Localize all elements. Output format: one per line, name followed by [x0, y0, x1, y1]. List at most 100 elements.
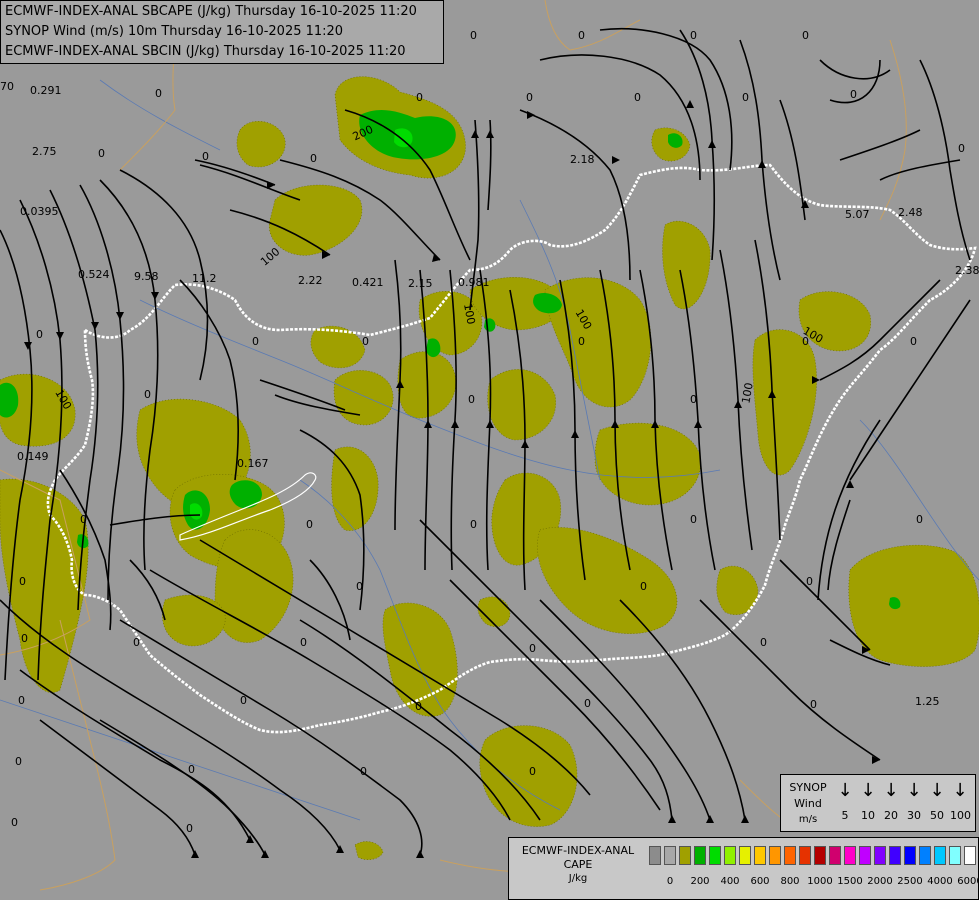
wind-legend-unit: m/s: [798, 814, 818, 825]
map-label: 2.22: [298, 274, 323, 287]
wind-arrow-icon: ↓: [837, 780, 853, 801]
title-sbcin: ECMWF-INDEX-ANAL SBCIN (J/kg) Thursday 1…: [5, 44, 406, 59]
map-label: 0: [916, 513, 923, 526]
map-label: 0: [11, 816, 18, 829]
cape-swatch: [754, 846, 766, 865]
wind-legend-item: ↓ 100: [950, 780, 971, 823]
map-label: 0: [80, 513, 87, 526]
map-label: 0: [470, 518, 477, 531]
cape-tick-label: 400: [720, 876, 740, 887]
map-label: 0: [578, 335, 585, 348]
map-label: 5.07: [845, 208, 870, 221]
map-label: 0: [529, 765, 536, 778]
map-label: 0: [310, 152, 317, 165]
wind-arrow-icon: ↓: [906, 780, 922, 801]
map-label: 0: [188, 763, 195, 776]
map-label: 0: [760, 636, 767, 649]
map-label: 2.38: [955, 264, 979, 277]
map-label: 0: [416, 91, 423, 104]
map-label: 0.167: [237, 457, 269, 470]
cape-swatch: [649, 846, 661, 865]
map-label: 0.149: [17, 450, 49, 463]
title-sbcape: ECMWF-INDEX-ANAL SBCAPE (J/kg) Thursday …: [5, 4, 417, 19]
map-label: 0: [810, 698, 817, 711]
wind-legend: SYNOP Wind m/s ↓ 5 ↓ 10 ↓ 20 ↓ 30 ↓ 50 ↓…: [780, 774, 976, 832]
map-label: 0: [15, 755, 22, 768]
cape-swatch: [844, 846, 856, 865]
map-label: 0: [690, 29, 697, 42]
map-label: 0: [133, 636, 140, 649]
map-label: 0.0395: [20, 205, 59, 218]
map-label: 0: [526, 91, 533, 104]
map-label: 9.58: [134, 270, 159, 283]
map-label: 0.981: [458, 276, 490, 289]
cape-tick-label: 6000: [957, 876, 979, 887]
map-label: 1.25: [915, 695, 940, 708]
map-label: 0: [306, 518, 313, 531]
cape-swatch: [724, 846, 736, 865]
map-label: 0: [21, 632, 28, 645]
map-label: 0: [910, 335, 917, 348]
wind-legend-value: 30: [907, 809, 921, 822]
cape-swatch: [859, 846, 871, 865]
map-label: 0: [802, 335, 809, 348]
cape-swatch: [829, 846, 841, 865]
cape-tick-label: 0: [666, 876, 674, 887]
wind-legend-subtitle: Wind: [794, 797, 822, 810]
cape-tick-label: 1500: [837, 876, 863, 887]
map-label: 0: [362, 335, 369, 348]
cape-tick-label: 2500: [897, 876, 923, 887]
wind-legend-value: 100: [950, 809, 971, 822]
map-label: 0: [690, 513, 697, 526]
cape-swatch: [814, 846, 826, 865]
cape-tick-label: 200: [690, 876, 710, 887]
cape-tick-label: 1000: [807, 876, 833, 887]
map-label: 0: [584, 697, 591, 710]
map-label: 0: [240, 694, 247, 707]
map-label: 0: [690, 393, 697, 406]
map-label: 11.2: [192, 272, 217, 285]
cape-legend-unit: J/kg: [568, 873, 588, 884]
wind-legend-item: ↓ 5: [835, 780, 855, 823]
wind-legend-item: ↓ 10: [858, 780, 878, 823]
map-label: 0: [415, 700, 422, 713]
wind-legend-item: ↓ 50: [927, 781, 947, 823]
wind-legend-item: ↓ 20: [881, 781, 901, 823]
cape-swatch: [769, 846, 781, 865]
map-label: 0: [98, 147, 105, 160]
cape-swatch: [964, 846, 976, 865]
wind-legend-item: ↓ 30: [904, 780, 924, 823]
wind-arrow-icon: ↓: [860, 780, 876, 801]
map-label: 0: [155, 87, 162, 100]
cape-swatch: [949, 846, 961, 865]
title-synop-wind: SYNOP Wind (m/s) 10m Thursday 16-10-2025…: [5, 24, 344, 39]
map-label: 0: [360, 765, 367, 778]
map-label: 0.291: [30, 84, 62, 97]
map-label: 2.75: [32, 145, 57, 158]
cape-legend-source: ECMWF-INDEX-ANAL: [521, 844, 635, 857]
cape-swatch: [784, 846, 796, 865]
map-label: 0: [356, 580, 363, 593]
cape-swatch: [664, 846, 676, 865]
cape-tick-label: 600: [750, 876, 770, 887]
map-label: 0: [470, 29, 477, 42]
map-label: 0: [19, 575, 26, 588]
map-canvas: 0.291 2.75 0.0395 0.524 9.58 11.2 2.22 0…: [0, 0, 979, 900]
map-label: 0: [18, 694, 25, 707]
cape-swatch: [709, 846, 721, 865]
map-label: 70: [0, 80, 14, 93]
wind-legend-value: 5: [841, 809, 849, 822]
map-label: 0: [36, 328, 43, 341]
map-label: 0: [252, 335, 259, 348]
cape-tick-label: 2000: [867, 876, 893, 887]
cape-swatch: [919, 846, 931, 865]
map-label: 0: [300, 636, 307, 649]
map-label: 0: [850, 88, 857, 101]
cape-swatch: [874, 846, 886, 865]
map-title-box: ECMWF-INDEX-ANAL SBCAPE (J/kg) Thursday …: [0, 0, 444, 64]
wind-arrow-icon: ↓: [952, 780, 968, 801]
map-label: 0: [634, 91, 641, 104]
cape-legend: ECMWF-INDEX-ANAL CAPE J/kg 0 200 400 600 800…: [508, 837, 979, 900]
cape-swatch: [934, 846, 946, 865]
cape-legend-title: ECMWF-INDEX-ANAL CAPE J/kg: [513, 844, 643, 886]
